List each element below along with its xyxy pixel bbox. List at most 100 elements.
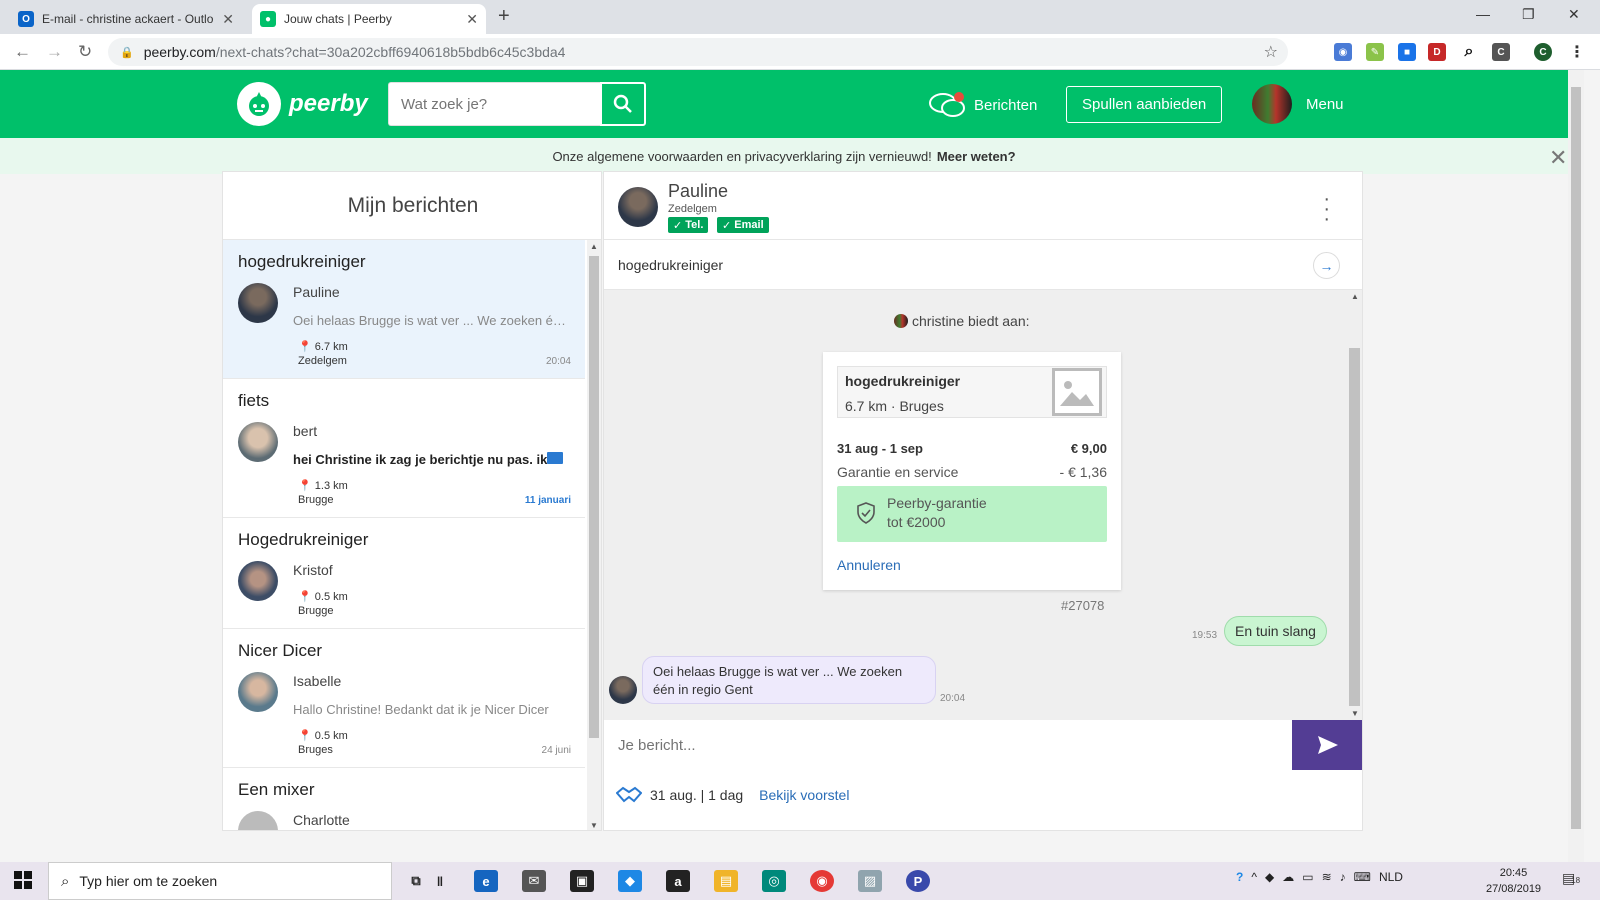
language-indicator[interactable]: NLD [1379, 870, 1403, 884]
avatar [894, 314, 908, 328]
chrome-icon[interactable]: ◉ [810, 870, 834, 892]
conversation-city: Zedelgem [298, 355, 347, 367]
chat-item-bar[interactable]: hogedrukreiniger → [604, 240, 1362, 290]
dropbox-icon[interactable]: ◆ [618, 870, 642, 892]
notice-link[interactable]: Meer weten? [937, 149, 1016, 164]
photos-icon[interactable]: ▨ [858, 870, 882, 892]
url-host: peerby.com [143, 44, 216, 60]
search-button[interactable] [600, 82, 646, 126]
help-icon[interactable]: ? [1236, 870, 1243, 884]
conversation-user: Charlotte [293, 812, 350, 828]
scroll-up-icon[interactable]: ▲ [1351, 292, 1359, 301]
close-icon[interactable]: ✕ [466, 11, 478, 28]
email-verified-badge: ✓ Email [717, 217, 769, 233]
peerby-logo[interactable]: peerby [237, 82, 368, 126]
notification-icon[interactable]: ▤18 [1562, 870, 1580, 887]
chevron-up-icon[interactable]: ^ [1251, 870, 1257, 884]
scrollbar-thumb[interactable] [1571, 87, 1581, 829]
extension-icon[interactable]: ✎ [1366, 43, 1384, 61]
profile-avatar[interactable]: C [1534, 43, 1552, 61]
offer-item-box[interactable]: hogedrukreiniger 6.7 km · Bruges [837, 366, 1107, 418]
c-extension-icon[interactable]: C [1492, 43, 1510, 61]
avatar [238, 561, 278, 601]
view-proposal-link[interactable]: Bekijk voorstel [759, 787, 849, 803]
chat-bubbles-icon [929, 92, 965, 117]
battery-icon[interactable]: ▭ [1302, 870, 1313, 884]
back-icon[interactable]: ← [14, 42, 31, 62]
pdf-extension-icon[interactable]: D [1428, 43, 1446, 61]
scroll-down-icon[interactable]: ▼ [590, 821, 598, 830]
conversation-user: Pauline [293, 284, 340, 300]
wifi-icon[interactable]: ≋ [1322, 870, 1332, 884]
conversation-preview: hei Christine ik zag je berichtje nu pas… [293, 452, 548, 467]
offer-reference: #27078 [1061, 598, 1105, 613]
conversation-item[interactable]: hogedrukreiniger Pauline Oei helaas Brug… [223, 240, 585, 379]
guarantee-box-line1: Peerby-garantie [887, 495, 987, 511]
search-input[interactable] [388, 82, 600, 126]
image-placeholder-icon [1052, 368, 1102, 416]
message-input[interactable] [604, 720, 1292, 770]
send-button[interactable] [1292, 720, 1362, 770]
edge-icon[interactable]: e [474, 870, 498, 892]
windows-start-icon[interactable] [14, 871, 32, 894]
more-options-icon[interactable]: · · · [1323, 189, 1330, 229]
amazon-icon[interactable]: a [666, 870, 690, 892]
conversation-item[interactable]: Een mixer Charlotte [223, 768, 585, 830]
arrow-right-icon[interactable]: → [1313, 252, 1340, 279]
tripadvisor-icon[interactable]: ◎ [762, 870, 786, 892]
more-icon[interactable]: ⋮ [1568, 43, 1586, 61]
bookmark-extension-icon[interactable]: ■ [1398, 43, 1416, 61]
clock-date: 27/08/2019 [1486, 883, 1542, 895]
forward-icon[interactable]: → [46, 42, 63, 62]
tab-outlook[interactable]: O E-mail - christine ackaert - Outlo ✕ [10, 4, 242, 34]
conversation-item[interactable]: Nicer Dicer Isabelle Hallo Christine! Be… [223, 629, 585, 768]
cloud-icon[interactable]: ☁ [1282, 870, 1294, 884]
guarantee-label: Garantie en service [837, 464, 959, 480]
app-icon[interactable]: P [906, 870, 930, 892]
search-extension-icon[interactable]: ⌕ [1460, 43, 1478, 61]
tab-peerby[interactable]: ● Jouw chats | Peerby ✕ [252, 4, 486, 34]
dropbox-tray-icon[interactable]: ◆ [1265, 870, 1274, 884]
camera-extension-icon[interactable]: ◉ [1334, 43, 1352, 61]
star-icon[interactable]: ☆ [1264, 42, 1278, 62]
chat-partner-name[interactable]: Pauline [668, 181, 728, 202]
new-tab-button[interactable]: + [498, 5, 510, 28]
conversation-list-scrollbar[interactable]: ▲ ▼ [587, 240, 601, 830]
taskbar-search-placeholder: Typ hier om te zoeken [79, 873, 218, 889]
conversation-item-title: Hogedrukreiniger [238, 530, 369, 549]
conversation-distance: 1.3 km [314, 480, 348, 492]
close-icon[interactable]: ✕ [222, 11, 234, 28]
mail-icon[interactable]: ✉ [522, 870, 546, 892]
conversation-item[interactable]: Hogedrukreiniger Kristof 📍 0.5 km Brugge [223, 518, 585, 629]
close-icon[interactable]: ✕ [1549, 145, 1567, 171]
user-avatar[interactable] [1252, 84, 1292, 124]
scrollbar-thumb[interactable] [1349, 348, 1360, 706]
maximize-icon[interactable]: ❐ [1522, 6, 1535, 23]
volume-icon[interactable]: ♪ [1340, 870, 1346, 884]
store-icon[interactable]: ▣ [570, 870, 594, 892]
tab-title: E-mail - christine ackaert - Outlo [42, 12, 214, 26]
file-explorer-icon[interactable]: ▤ [714, 870, 738, 892]
guarantee-box: Peerby-garantie tot €2000 [837, 486, 1107, 542]
avatar[interactable] [618, 187, 658, 227]
scroll-up-icon[interactable]: ▲ [590, 242, 598, 251]
conversation-city: Brugge [298, 605, 334, 617]
scroll-down-icon[interactable]: ▼ [1351, 709, 1359, 718]
menu-button[interactable]: Menu [1306, 96, 1344, 113]
offer-items-button[interactable]: Spullen aanbieden [1066, 86, 1223, 123]
url-field[interactable]: 🔒 peerby.com/next-chats?chat=30a202cbff6… [108, 38, 1288, 66]
messages-nav-link[interactable]: Berichten [928, 90, 1037, 120]
keyboard-icon[interactable]: ⌨ [1354, 870, 1371, 884]
taskbar-search-box[interactable]: ⌕ Typ hier om te zoeken [48, 862, 392, 900]
scrollbar-thumb[interactable] [589, 256, 599, 738]
cancel-link[interactable]: Annuleren [837, 557, 901, 573]
close-window-icon[interactable]: ✕ [1568, 6, 1580, 23]
reload-icon[interactable]: ↻ [78, 42, 92, 62]
conversation-item[interactable]: fiets bert hei Christine ik zag je beric… [223, 379, 585, 518]
avatar [238, 672, 278, 712]
minimize-icon[interactable]: — [1476, 6, 1490, 22]
message-bubble-received: Oei helaas Brugge is wat ver ... We zoek… [642, 656, 936, 704]
task-view-icon[interactable]: ⧉ [404, 870, 428, 892]
system-clock[interactable]: 20:45 27/08/2019 [1486, 865, 1541, 897]
chat-scrollbar[interactable]: ▲ ▼ [1348, 290, 1362, 720]
